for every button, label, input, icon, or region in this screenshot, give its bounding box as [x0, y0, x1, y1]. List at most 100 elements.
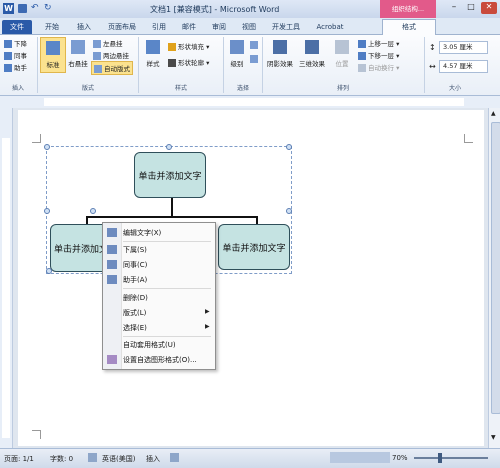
left-hanging-button[interactable]: 左悬挂: [93, 38, 123, 48]
tab-acrobat[interactable]: Acrobat: [312, 20, 348, 34]
auto-layout-button[interactable]: 自动版式: [91, 61, 133, 75]
send-backward-icon: [358, 52, 366, 60]
zoom-level[interactable]: 70%: [392, 454, 408, 462]
coworker-icon: [107, 260, 117, 269]
group-label-layout: 版式: [81, 85, 94, 92]
both-hanging-button[interactable]: 两边悬挂: [93, 50, 129, 60]
position-button[interactable]: 位置: [331, 37, 353, 71]
status-page[interactable]: 页面: 1/1: [4, 454, 34, 464]
wrap-text-button[interactable]: 自动换行 ▾: [358, 62, 399, 72]
shadow-effect-icon: [273, 40, 287, 54]
org-chart-top-box[interactable]: 单击并添加文字: [134, 152, 206, 198]
send-backward-button[interactable]: 下移一层 ▾: [358, 50, 399, 60]
connector-line: [171, 198, 173, 216]
status-insert-mode[interactable]: 插入: [146, 454, 160, 464]
resize-handle[interactable]: [166, 144, 172, 150]
resize-handle[interactable]: [286, 144, 292, 150]
menu-item-format-autoshape[interactable]: 设置自选图形格式(O)...: [123, 355, 197, 365]
undo-icon[interactable]: ↶: [31, 3, 39, 13]
menu-separator: [123, 241, 211, 242]
resize-handle[interactable]: [90, 208, 96, 214]
menu-item-autoformat[interactable]: 自动套用格式(U): [123, 340, 176, 350]
save-icon[interactable]: [18, 4, 27, 13]
ribbon: 下降 同事 助手 插入 标准 右悬挂 左悬挂 两边悬挂 自动版式 版式 样式 形…: [0, 35, 500, 96]
width-input[interactable]: 4.57 厘米: [439, 60, 488, 73]
menu-item-coworker[interactable]: 同事(C): [123, 260, 147, 270]
macro-record-icon[interactable]: [170, 453, 179, 462]
style-button[interactable]: 样式: [142, 37, 164, 71]
shape-fill-button[interactable]: 形状填充 ▾: [168, 41, 209, 51]
group-label-style: 样式: [174, 85, 187, 92]
auto-layout-icon: [94, 65, 102, 73]
group-label-insert: 插入: [11, 85, 24, 92]
tab-view[interactable]: 视图: [238, 20, 260, 34]
both-hanging-icon: [93, 52, 101, 60]
subordinate-button[interactable]: 下降: [4, 38, 27, 48]
standard-layout-button[interactable]: 标准: [40, 37, 66, 73]
menu-item-assistant[interactable]: 助手(A): [123, 275, 147, 285]
tab-insert[interactable]: 插入: [72, 20, 96, 34]
resize-handle[interactable]: [44, 144, 50, 150]
right-hanging-button[interactable]: 右悬挂: [66, 37, 90, 71]
tab-home[interactable]: 开始: [40, 20, 64, 34]
level-icon: [230, 40, 244, 54]
document-page[interactable]: 单击并添加文字 单击并添加文字 单击并添加文字: [18, 110, 484, 446]
tab-page-layout[interactable]: 页面布局: [104, 20, 140, 34]
level-button[interactable]: 级别: [226, 37, 248, 71]
menu-item-layout[interactable]: 版式(L): [123, 308, 146, 318]
bring-forward-icon: [358, 40, 366, 48]
subordinate-icon: [4, 40, 12, 48]
edit-text-icon: [107, 228, 117, 237]
page-corner-mark: [464, 134, 473, 143]
bring-forward-button[interactable]: 上移一层 ▾: [358, 38, 399, 48]
pencil-icon: [168, 59, 176, 67]
scroll-up-arrow[interactable]: ▲: [491, 110, 496, 117]
tab-developer[interactable]: 开发工具: [268, 20, 304, 34]
assistant-button[interactable]: 助手: [4, 62, 27, 72]
close-button[interactable]: ✕: [481, 2, 497, 14]
vertical-ruler[interactable]: [0, 108, 13, 448]
word-icon: W: [3, 3, 14, 14]
minimize-button[interactable]: –: [447, 2, 461, 14]
coworker-button[interactable]: 同事: [4, 50, 27, 60]
zoom-slider[interactable]: [414, 457, 488, 459]
title-bar: W ↶ ↻ 文档1 [兼容模式] - Microsoft Word 组织结构..…: [0, 0, 500, 19]
menu-item-select[interactable]: 选择(E): [123, 323, 147, 333]
select-small-icon[interactable]: [250, 41, 258, 49]
resize-handle[interactable]: [44, 208, 50, 214]
redo-icon[interactable]: ↻: [44, 3, 52, 13]
ruler-white-area: [2, 138, 10, 438]
resize-handle[interactable]: [286, 208, 292, 214]
scroll-thumb[interactable]: [491, 122, 500, 414]
height-icon: ↕: [429, 43, 436, 52]
zoom-slider-thumb[interactable]: [438, 453, 442, 463]
standard-layout-icon: [46, 41, 60, 55]
3d-effect-button[interactable]: 三维效果: [297, 37, 327, 71]
org-chart-right-box[interactable]: 单击并添加文字: [218, 224, 290, 270]
view-buttons[interactable]: [330, 452, 390, 463]
menu-separator: [123, 336, 211, 337]
assistant-icon: [4, 64, 12, 72]
scroll-down-arrow[interactable]: ▼: [491, 434, 496, 441]
vertical-scrollbar[interactable]: ▲ ▼: [488, 108, 500, 448]
select-small-icon[interactable]: [250, 55, 258, 63]
tab-references[interactable]: 引用: [148, 20, 170, 34]
maximize-button[interactable]: □: [464, 2, 478, 14]
proofing-icon[interactable]: [88, 453, 97, 462]
3d-effect-icon: [305, 40, 319, 54]
menu-item-subordinate[interactable]: 下属(S): [123, 245, 147, 255]
tab-mailings[interactable]: 邮件: [178, 20, 200, 34]
tab-review[interactable]: 审阅: [208, 20, 230, 34]
resize-handle[interactable]: [46, 268, 52, 274]
submenu-arrow-icon: ▶: [205, 323, 210, 330]
shape-outline-button[interactable]: 形状轮廓 ▾: [168, 57, 209, 67]
tab-format[interactable]: 格式: [382, 19, 436, 35]
menu-item-edit-text[interactable]: 编辑文字(X): [123, 228, 161, 238]
coworker-icon: [4, 52, 12, 60]
status-word-count[interactable]: 字数: 0: [50, 454, 73, 464]
tab-file[interactable]: 文件: [2, 20, 32, 34]
shadow-effect-button[interactable]: 阴影效果: [265, 37, 295, 71]
height-input[interactable]: 3.05 厘米: [439, 41, 488, 54]
menu-item-delete[interactable]: 删除(D): [123, 293, 148, 303]
status-language[interactable]: 英语(美国): [102, 454, 135, 464]
